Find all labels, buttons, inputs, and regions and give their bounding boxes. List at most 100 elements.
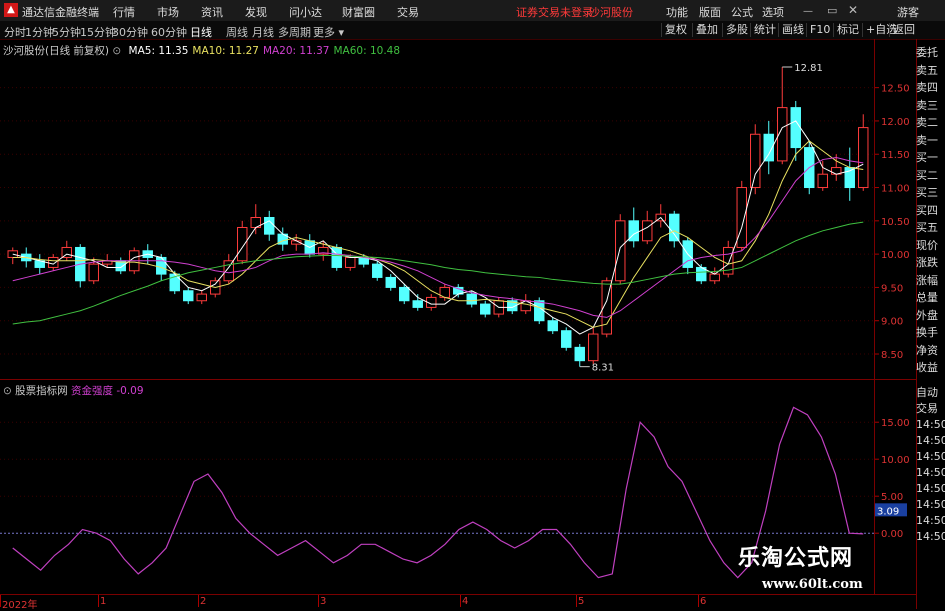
candle-body	[264, 217, 275, 235]
trade-row-9[interactable]: 14:50	[916, 529, 945, 545]
ma-line-MA60	[12, 221, 864, 325]
period-6[interactable]: 日线	[190, 24, 212, 40]
toolbar-1[interactable]: 叠加	[692, 23, 721, 37]
quote-row-0[interactable]: 委托	[916, 45, 945, 63]
date-tick-4: 4	[462, 596, 469, 607]
candle-body	[642, 220, 653, 242]
period-10[interactable]: 更多 ▾	[313, 24, 344, 40]
quote-row-1[interactable]: 卖五	[916, 63, 945, 81]
indicator-line	[12, 406, 864, 579]
trade-row-0[interactable]: 自动	[916, 385, 945, 401]
quote-row-15[interactable]: 外盘	[916, 308, 945, 326]
candle-body	[196, 293, 207, 302]
menu-gongshi[interactable]: 公式	[731, 4, 753, 20]
candle-body	[615, 220, 626, 282]
period-1[interactable]: 1分钟	[25, 24, 54, 40]
date-tick-5: 5	[578, 596, 585, 607]
period-3[interactable]: 15分钟	[80, 24, 116, 40]
candle-body	[466, 293, 477, 305]
date-tick-mark	[318, 595, 319, 607]
price-tick-label-6: 9.50	[881, 283, 903, 294]
quote-row-18[interactable]: 收益	[916, 360, 945, 378]
toolbar-3[interactable]: 统计	[750, 23, 779, 37]
quote-row-9[interactable]: 买四	[916, 203, 945, 221]
quote-row-6[interactable]: 买一	[916, 150, 945, 168]
high-label: 12.81	[794, 63, 823, 74]
price-tick-label-1: 12.00	[881, 117, 910, 128]
quote-row-7[interactable]: 买二	[916, 168, 945, 186]
trade-row-4[interactable]: 14:50	[916, 449, 945, 465]
quote-row-4[interactable]: 卖二	[916, 115, 945, 133]
trade-row-6[interactable]: 14:50	[916, 481, 945, 497]
quote-row-17[interactable]: 净资	[916, 343, 945, 361]
trade-row-7[interactable]: 14:50	[916, 497, 945, 513]
menu-wenxiaoda[interactable]: 问小达	[289, 4, 322, 20]
period-0[interactable]: 分时	[4, 24, 26, 40]
ind-tick-label-3: 0.00	[881, 529, 903, 540]
quote-row-3[interactable]: 卖三	[916, 98, 945, 116]
period-7[interactable]: 周线	[226, 24, 248, 40]
menu-banmian[interactable]: 版面	[699, 4, 721, 20]
candle-body	[750, 133, 761, 189]
candle-body	[574, 346, 585, 362]
period-4[interactable]: 30分钟	[112, 24, 148, 40]
period-9[interactable]: 多周期	[278, 24, 311, 40]
date-tick-mark	[98, 595, 99, 607]
quote-row-2[interactable]: 卖四	[916, 80, 945, 98]
date-tick-2: 2	[200, 596, 207, 607]
quote-row-14[interactable]: 总量	[916, 290, 945, 308]
trade-panel: 自动 交易 14:50 14:50 14:50 14:50 14:50 14:50 14:50 1…	[916, 385, 945, 545]
candle-body	[709, 273, 720, 282]
menu-caifuquan[interactable]: 财富圈	[342, 4, 375, 20]
trade-row-8[interactable]: 14:50	[916, 513, 945, 529]
candle-body	[345, 256, 356, 268]
price-tick-label-8: 8.50	[881, 350, 903, 361]
toolbar-6[interactable]: 标记	[833, 23, 862, 37]
quote-panel: 委托 卖五 卖四 卖三 卖二 卖一 买一 买二 买三 买四 买五 现价 涨跌 涨幅 总量 外盘 换手 净资 收益	[916, 45, 945, 378]
watermark-url: www.60lt.com	[762, 577, 863, 592]
current-value-label: 3.09	[877, 506, 899, 517]
quote-row-5[interactable]: 卖一	[916, 133, 945, 151]
period-5[interactable]: 60分钟	[151, 24, 187, 40]
menu-xuanxiang[interactable]: 选项	[762, 4, 784, 20]
menu-hangqing[interactable]: 行情	[113, 4, 135, 20]
period-2[interactable]: 5分钟	[52, 24, 81, 40]
candle-body	[858, 127, 869, 189]
quote-row-12[interactable]: 涨跌	[916, 255, 945, 273]
candle-body	[547, 320, 558, 332]
quote-row-8[interactable]: 买三	[916, 185, 945, 203]
toolbar-5[interactable]: F10	[806, 23, 833, 37]
trade-row-2[interactable]: 14:50	[916, 417, 945, 433]
quote-row-13[interactable]: 涨幅	[916, 273, 945, 291]
quote-row-16[interactable]: 换手	[916, 325, 945, 343]
menu-gongneng[interactable]: 功能	[666, 4, 688, 20]
toolbar-4[interactable]: 画线	[778, 23, 807, 37]
window-restore-icon[interactable]: ▭	[827, 4, 837, 17]
menu-shichang[interactable]: 市场	[157, 4, 179, 20]
login-warning[interactable]: 证券交易未登录	[516, 4, 593, 20]
price-tick-label-7: 9.00	[881, 317, 903, 328]
guest-label[interactable]: 游客	[897, 4, 919, 20]
trade-row-5[interactable]: 14:50	[916, 465, 945, 481]
trade-row-1[interactable]: 交易	[916, 401, 945, 417]
toolbar-2[interactable]: 多股	[722, 23, 751, 37]
window-close-icon[interactable]: ✕	[848, 3, 858, 17]
candle-body	[399, 286, 410, 302]
ind-tick-label-1: 10.00	[881, 455, 910, 466]
toolbar-8[interactable]: 返回	[889, 23, 918, 37]
ind-tick-label-0: 15.00	[881, 418, 910, 429]
candle-body	[88, 263, 99, 282]
candle-body	[669, 213, 680, 242]
candle-body	[561, 330, 572, 348]
toolbar-0[interactable]: 复权	[661, 23, 690, 37]
quote-row-10[interactable]: 买五	[916, 220, 945, 238]
menu-jiaoyi[interactable]: 交易	[397, 4, 419, 20]
period-8[interactable]: 月线	[252, 24, 274, 40]
trade-row-3[interactable]: 14:50	[916, 433, 945, 449]
menu-faxian[interactable]: 发现	[245, 4, 267, 20]
menu-zixun[interactable]: 资讯	[201, 4, 223, 20]
candlestick-chart[interactable]: 12.81 8.31	[0, 39, 874, 379]
window-minimize-icon[interactable]: —	[803, 6, 813, 17]
quote-row-11[interactable]: 现价	[916, 238, 945, 256]
date-tick-mark	[698, 595, 699, 607]
